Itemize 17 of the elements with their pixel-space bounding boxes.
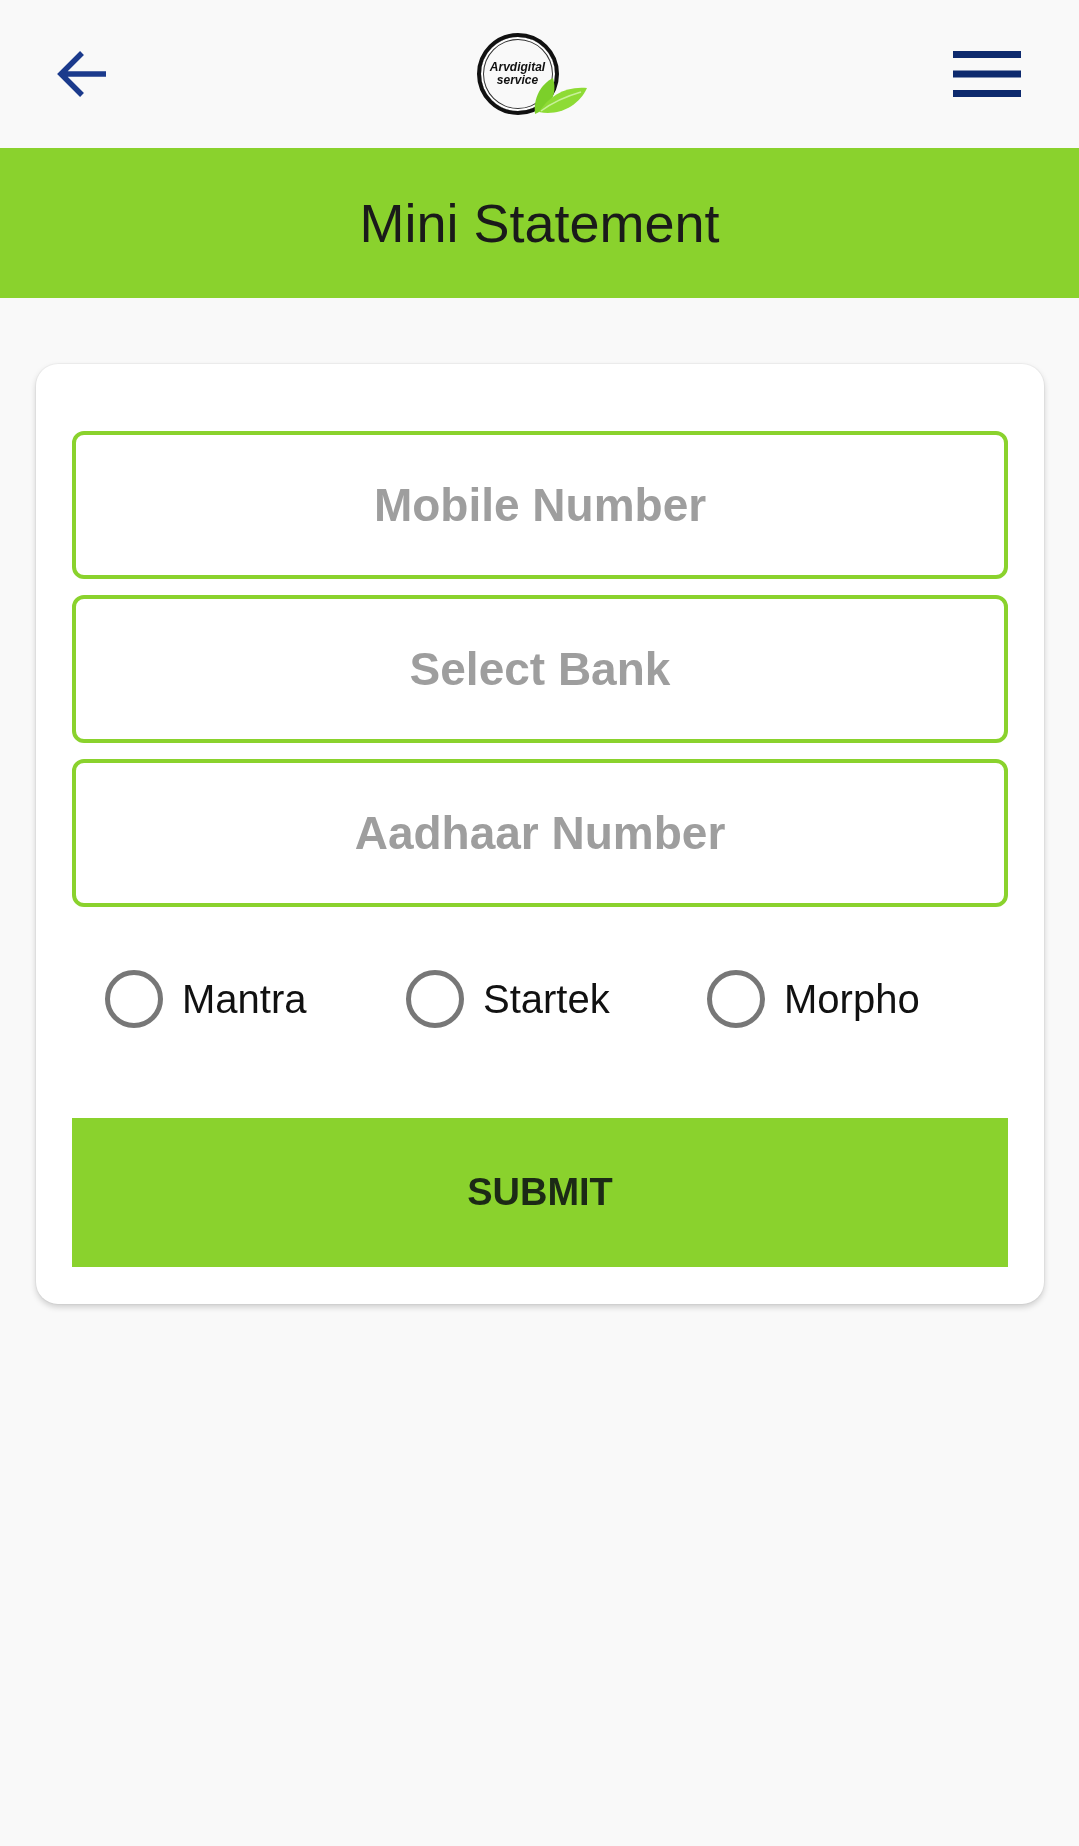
page-title: Mini Statement <box>359 192 720 254</box>
radio-label[interactable]: Morpho <box>784 976 920 1022</box>
back-arrow-icon <box>56 50 108 98</box>
menu-icon <box>953 51 1021 97</box>
input-field[interactable]: Mobile Number <box>72 431 1008 579</box>
radio-label[interactable]: Startek <box>483 976 610 1022</box>
input-field[interactable]: Aadhaar Number <box>72 759 1008 907</box>
back-button[interactable] <box>56 50 108 98</box>
logo-text: service <box>496 74 539 87</box>
submit-button[interactable]: SUBMIT <box>72 1118 1008 1267</box>
logo-text: Arvdigital <box>489 61 546 74</box>
input-field[interactable]: Select Bank <box>72 595 1008 743</box>
radio-button[interactable] <box>707 970 765 1028</box>
radio-button[interactable] <box>406 970 464 1028</box>
radio-button[interactable] <box>105 970 163 1028</box>
menu-button[interactable] <box>953 51 1021 97</box>
radio-label[interactable]: Mantra <box>182 976 307 1022</box>
